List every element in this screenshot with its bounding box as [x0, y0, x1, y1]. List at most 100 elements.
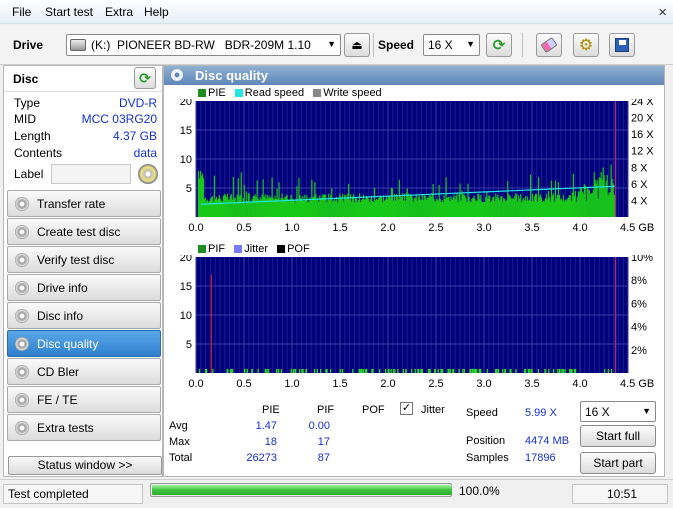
position-label: Position: [466, 435, 506, 447]
nav-drive-info[interactable]: Drive info: [7, 274, 161, 301]
pif-bar: [384, 368, 387, 373]
disc-label-icon[interactable]: [138, 164, 158, 184]
nav-transfer-rate[interactable]: Transfer rate: [7, 190, 161, 217]
pif-chart: 5 10 15 20 2% 4% 6% 8% 10% 0.0 0.5 1.0 1.5 2.0 2.5 3.0 3…: [180, 255, 655, 390]
menu-help[interactable]: Help: [144, 5, 169, 19]
pif-bar: [301, 368, 303, 373]
nav-verify-test-disc[interactable]: Verify test disc: [7, 246, 161, 273]
nav-disc-info[interactable]: Disc info: [7, 302, 161, 329]
eject-icon: ⏏: [351, 38, 363, 52]
eject-button[interactable]: ⏏: [344, 33, 370, 57]
pif-bar: [358, 368, 360, 373]
start-part-button[interactable]: Start part: [580, 452, 656, 474]
y-left-tick-label: 15: [180, 125, 192, 137]
disc-length-row: Length 4.37 GB: [14, 129, 159, 145]
y-right-tick-label: 8 X: [631, 162, 648, 174]
legend-pie: PIE: [208, 87, 226, 99]
disc-length-key: Length: [14, 129, 51, 143]
erase-button[interactable]: [536, 33, 562, 57]
speed-select[interactable]: 16 X ▼: [423, 34, 480, 56]
pif-bar: [388, 368, 390, 373]
speed-label: Speed: [378, 38, 415, 52]
y-right-tick-label: 10%: [631, 255, 653, 264]
samples-label: Samples: [466, 452, 509, 464]
stats-header-pif: PIF: [317, 404, 335, 416]
pif-bar: [198, 368, 201, 373]
drive-select[interactable]: (K:) PIONEER BD-RW BDR-209M 1.10 ▼: [66, 34, 341, 56]
disc-icon: [15, 281, 29, 295]
nav-label: Drive info: [37, 281, 88, 295]
pif-bar: [326, 368, 328, 373]
pif-bar: [463, 368, 466, 373]
chevron-down-icon: ▼: [466, 39, 475, 49]
pif-bar: [299, 368, 301, 373]
disc-icon: [15, 197, 29, 211]
pif-bar: [447, 368, 449, 373]
disc-title: Disc: [13, 72, 39, 86]
toolbar: Drive (K:) PIONEER BD-RW BDR-209M 1.10 ▼…: [0, 25, 673, 65]
save-button[interactable]: [609, 33, 635, 57]
legend-pif: PIF: [208, 243, 226, 255]
pif-bar: [246, 368, 248, 373]
pif-bar: [392, 368, 395, 373]
refresh-speed-button[interactable]: ⟳: [486, 33, 512, 57]
menu-extra[interactable]: Extra: [105, 5, 133, 19]
eraser-icon: [540, 36, 558, 54]
x-tick-label: 3.5: [524, 378, 539, 390]
pif-bar: [452, 368, 454, 373]
menu-file[interactable]: File: [12, 5, 31, 19]
total-pie-value: 26273: [246, 452, 277, 464]
nav-label: Verify test disc: [37, 253, 115, 267]
nav-label: Create test disc: [37, 225, 121, 239]
disc-type-key: Type: [14, 96, 41, 110]
close-icon[interactable]: ✕: [658, 6, 668, 19]
options-button[interactable]: ⚙: [573, 33, 599, 57]
pif-bar: [292, 368, 295, 373]
nav-disc-quality[interactable]: Disc quality: [7, 330, 161, 357]
menu-start-test[interactable]: Start test: [45, 5, 93, 19]
nav-extra-tests[interactable]: Extra tests: [7, 414, 161, 441]
nav-create-test-disc[interactable]: Create test disc: [7, 218, 161, 245]
legend-write-speed: Write speed: [323, 87, 382, 99]
pif-bar: [264, 368, 267, 373]
save-icon: [615, 38, 629, 52]
y-right-tick-label: 6 X: [631, 179, 648, 191]
pif-bar: [361, 368, 363, 373]
status-text: Test completed: [8, 487, 89, 501]
legend-read-speed: Read speed: [244, 87, 305, 99]
disc-icon: [15, 365, 29, 379]
pif-bar: [558, 368, 561, 373]
nav-label: Disc quality: [37, 337, 99, 351]
start-full-button[interactable]: Start full: [580, 425, 656, 447]
x-tick-label: 2.5: [428, 378, 443, 390]
pif-bar: [476, 368, 478, 373]
disc-label-row: Label: [14, 164, 159, 186]
y-right-tick-label: 12 X: [631, 146, 654, 158]
pif-bar: [402, 368, 404, 373]
x-tick-label: 2.0: [380, 222, 395, 234]
pif-bar: [278, 368, 280, 373]
pif-bar: [552, 368, 555, 373]
nav-fe-te[interactable]: FE / TE: [7, 386, 161, 413]
x-tick-label: 2.0: [380, 378, 395, 390]
pif-bar: [204, 368, 207, 373]
status-window-button[interactable]: Status window >>: [8, 456, 162, 475]
drive-value: (K:) PIONEER BD-RW BDR-209M 1.10: [91, 38, 311, 52]
x-tick-label: 0.0: [188, 378, 203, 390]
chart1-legend: PIE Read speed Write speed: [198, 87, 388, 99]
refresh-disc-button[interactable]: ⟳: [134, 67, 156, 89]
disc-icon: [15, 253, 29, 267]
samples-value: 17896: [525, 452, 556, 464]
pif-bar: [330, 368, 332, 373]
nav-label: Extra tests: [37, 421, 94, 435]
disc-label-input[interactable]: [51, 164, 131, 184]
chevron-down-icon: ▼: [327, 39, 336, 49]
legend-swatch-write-speed: [313, 89, 322, 97]
drive-icon: [70, 39, 86, 51]
stats-header-jitter: Jitter: [421, 404, 445, 416]
nav-cd-bler[interactable]: CD Bler: [7, 358, 161, 385]
jitter-checkbox[interactable]: ✓: [400, 402, 413, 415]
test-speed-select[interactable]: 16 X ▼: [580, 401, 656, 422]
disc-contents-row: Contents data: [14, 146, 159, 162]
x-tick-label: 0.5: [236, 378, 251, 390]
